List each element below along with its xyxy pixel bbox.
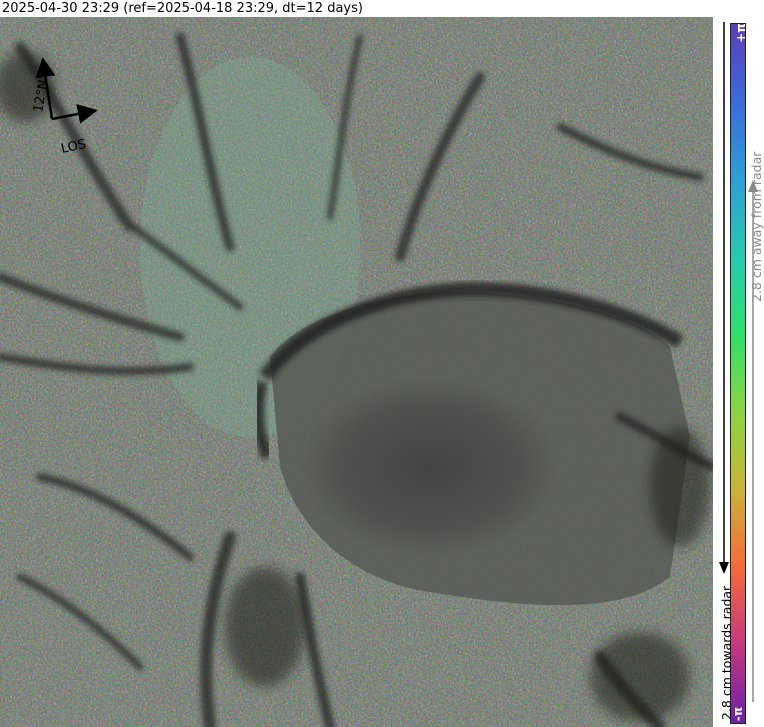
los-label: LOS xyxy=(60,137,88,157)
towards-radar-label: 2.8 cm towards radar xyxy=(719,585,734,720)
north-arrow-icon: 12°N LOS xyxy=(31,57,98,157)
north-label: 12°N xyxy=(31,79,51,114)
map-title: 2025-04-30 23:29 (ref=2025-04-18 23:29, … xyxy=(0,0,764,17)
interferogram-map[interactable]: 12°N LOS xyxy=(0,17,713,727)
away-from-radar-label: 2.8 cm away from radar xyxy=(749,151,764,302)
away-arrow-icon xyxy=(748,180,758,702)
colorbar-max-label: +π xyxy=(733,23,748,43)
